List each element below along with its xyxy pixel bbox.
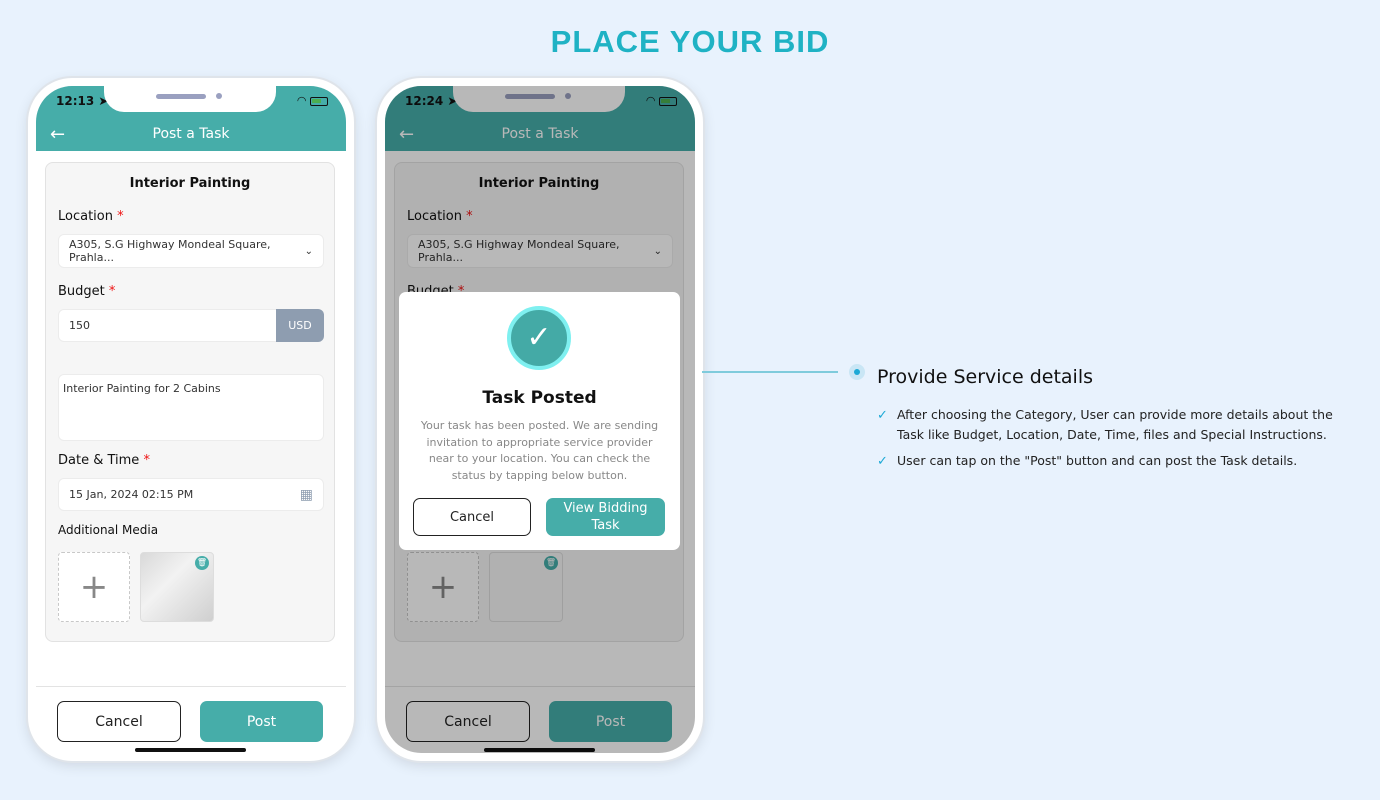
dialog-cancel-button[interactable]: Cancel	[413, 498, 531, 536]
feature-bullet: ✓ After choosing the Category, User can p…	[877, 407, 1333, 442]
dialog-title: Task Posted	[482, 388, 597, 408]
media-thumbnail[interactable]: 🗑	[140, 552, 214, 622]
check-circle-icon: ✓	[877, 454, 888, 469]
plus-icon: +	[79, 567, 109, 607]
budget-label: Budget *	[58, 284, 116, 299]
location-label: Location *	[58, 209, 124, 224]
notch	[104, 86, 276, 112]
step-dot	[849, 364, 865, 380]
category-title: Interior Painting	[129, 176, 251, 191]
task-posted-dialog: ✓ Task Posted Your task has been posted.…	[399, 292, 680, 550]
page-title: PLACE YOUR BID	[550, 24, 830, 59]
phone-screen: 12:13 ➤ ◠ ← Post a Task Interior Paintin…	[36, 86, 346, 753]
currency-button[interactable]: USD	[276, 309, 324, 342]
task-form-card: Interior Painting Location * A305, S.G H…	[45, 162, 335, 642]
battery-icon	[310, 96, 328, 106]
feature-title: Provide Service details	[877, 366, 1094, 388]
wifi-icon: ◠	[296, 94, 307, 107]
feature-bullet: ✓ User can tap on the "Post" button and c…	[877, 451, 1347, 471]
trash-icon[interactable]: 🗑	[195, 556, 209, 570]
divider	[36, 686, 346, 687]
calendar-icon[interactable]: ▦	[300, 487, 313, 503]
header-title: Post a Task	[152, 126, 230, 142]
home-indicator	[135, 748, 246, 752]
add-media-button[interactable]: +	[58, 552, 130, 622]
status-icons: ◠	[297, 94, 328, 107]
date-label: Date & Time *	[58, 453, 150, 468]
phone-screen: 12:24 ➤ ◠ ← Post a Task Interior Paintin…	[385, 86, 695, 753]
dialog-message: Your task has been posted. We are sendin…	[420, 419, 659, 482]
view-bidding-task-button[interactable]: View Bidding Task	[546, 498, 665, 536]
location-select[interactable]: A305, S.G Highway Mondeal Square, Prahla…	[58, 234, 324, 268]
description-textarea[interactable]: Interior Painting for 2 Cabins	[58, 374, 324, 441]
checkmark-icon: ✓	[507, 306, 571, 370]
phone-mockup: 12:13 ➤ ◠ ← Post a Task Interior Paintin…	[28, 78, 354, 761]
date-input[interactable]: 15 Jan, 2024 02:15 PM▦	[58, 478, 324, 511]
cancel-button[interactable]: Cancel	[57, 701, 181, 742]
phone-mockup: 12:24 ➤ ◠ ← Post a Task Interior Paintin…	[377, 78, 703, 761]
status-time: 12:13 ➤	[56, 94, 109, 108]
app-header: 12:13 ➤ ◠ ← Post a Task	[36, 86, 346, 151]
budget-input[interactable]: 150	[58, 309, 278, 342]
check-circle-icon: ✓	[877, 408, 888, 423]
post-button[interactable]: Post	[200, 701, 323, 742]
connector-line	[702, 371, 838, 373]
chevron-down-icon: ⌄	[304, 245, 313, 257]
media-label: Additional Media	[58, 523, 159, 537]
